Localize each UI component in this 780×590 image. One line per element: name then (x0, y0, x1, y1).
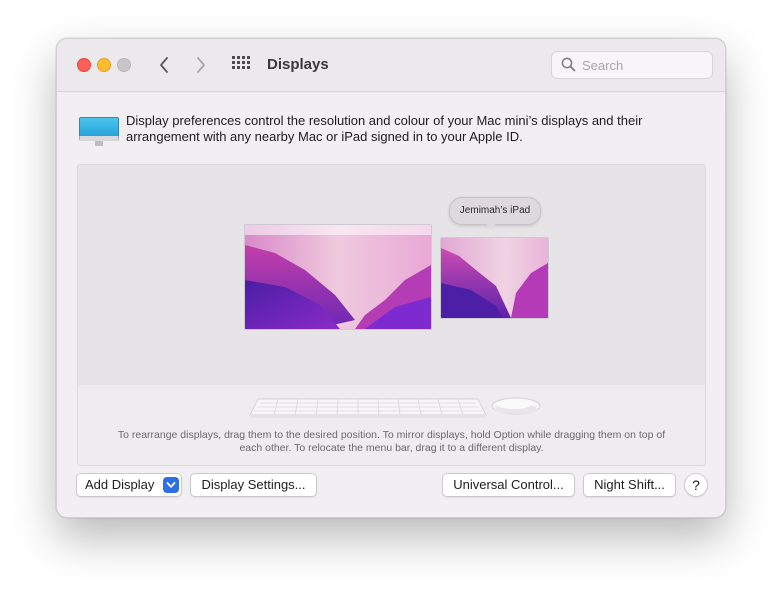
display-settings-button[interactable]: Display Settings... (190, 473, 317, 497)
night-shift-button[interactable]: Night Shift... (583, 473, 676, 497)
forward-button[interactable] (189, 53, 213, 77)
arrangement-hint: To rearrange displays, drag them to the … (117, 429, 666, 454)
search-placeholder: Search (582, 58, 624, 73)
zoom-button[interactable] (117, 58, 131, 72)
keyboard-icon (249, 398, 487, 418)
ipad-name-tooltip: Jemimah’s iPad (449, 197, 541, 225)
universal-control-button[interactable]: Universal Control... (442, 473, 575, 497)
search-icon (561, 57, 576, 72)
add-display-button[interactable]: Add Display (76, 473, 182, 497)
titlebar: Displays Search (57, 39, 725, 92)
chevron-right-icon (197, 57, 205, 73)
chevron-down-icon (163, 477, 179, 493)
minimize-button[interactable] (97, 58, 111, 72)
search-field[interactable]: Search (551, 51, 713, 79)
help-button[interactable]: ? (684, 473, 708, 497)
ipad-display[interactable] (440, 237, 549, 319)
add-display-label: Add Display (85, 477, 155, 492)
wallpaper-image (441, 238, 548, 318)
monitor-icon (79, 117, 119, 146)
close-button[interactable] (77, 58, 91, 72)
mouse-icon (491, 397, 541, 415)
display-arrangement[interactable]: Jemimah’s iPad To rearrange displays, dr… (77, 164, 706, 466)
tooltip-pointer (486, 223, 496, 230)
back-button[interactable] (152, 53, 176, 77)
wallpaper-image (245, 225, 431, 329)
chevron-left-icon (160, 57, 168, 73)
info-description: Display preferences control the resoluti… (126, 113, 643, 144)
menu-bar-indicator[interactable] (245, 225, 431, 235)
grid-icon[interactable] (232, 56, 251, 75)
main-display[interactable] (244, 224, 432, 330)
displays-window: Displays Search Display preferences cont… (56, 38, 726, 518)
window-title: Displays (267, 56, 329, 73)
